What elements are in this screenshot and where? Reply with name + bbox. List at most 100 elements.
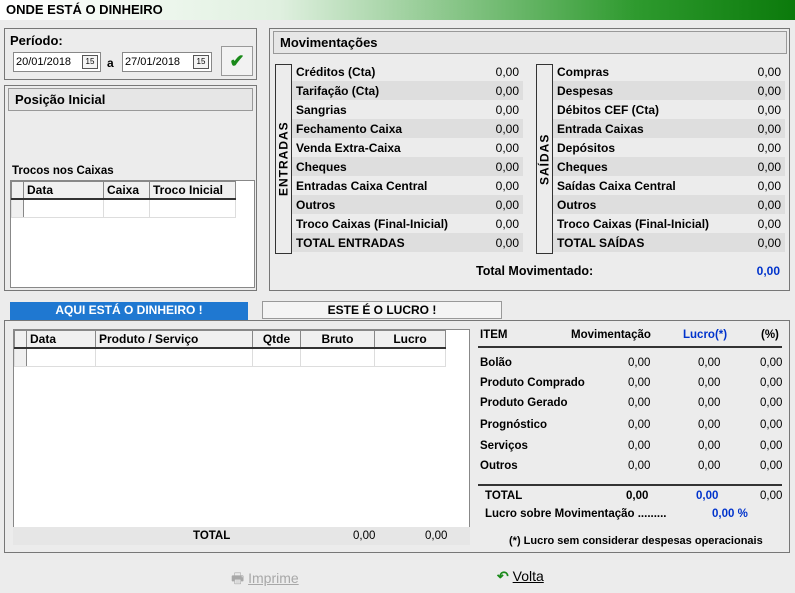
column-header[interactable]: Qtde — [252, 330, 301, 349]
periodo-label: Período: — [10, 33, 63, 48]
column-header[interactable]: Produto / Serviço — [95, 330, 253, 349]
saidas-row-label: Troco Caixas (Final-Inicial) — [557, 216, 710, 231]
entradas-row: Fechamento Caixa 0,00 — [292, 119, 523, 138]
calendar-icon[interactable]: 15 — [82, 55, 98, 69]
resumo-total-row: TOTAL 0,00 0,00 0,00 — [480, 490, 785, 508]
resumo-header-lucro: Lucro(*) — [683, 329, 728, 341]
entradas-row-label: Venda Extra-Caixa — [296, 140, 401, 155]
saidas-row: Troco Caixas (Final-Inicial) 0,00 — [553, 214, 785, 233]
resumo-lucro: 0,00 — [698, 440, 721, 452]
table-row[interactable] — [14, 347, 446, 367]
start-date-field[interactable]: 20/01/2018 15 — [13, 52, 101, 72]
entradas-row-label: Outros — [296, 197, 336, 212]
saidas-row-label: Outros — [557, 197, 597, 212]
date-separator: a — [107, 56, 114, 70]
saidas-row-value: 0,00 — [757, 140, 781, 155]
trocos-table-area: Data Caixa Troco Inicial — [10, 180, 255, 288]
entradas-row: Cheques 0,00 — [292, 157, 523, 176]
saidas-row-label: Compras — [557, 64, 610, 79]
produtos-total-bar: TOTAL 0,00 0,00 — [13, 527, 470, 545]
resumo-row: Prognóstico 0,00 0,00 0,00 — [480, 419, 785, 437]
table-cell[interactable] — [252, 347, 301, 367]
tab-aqui-esta-o-dinheiro[interactable]: AQUI ESTÁ O DINHEIRO ! — [10, 302, 248, 320]
resumo-lucro: 0,00 — [698, 357, 721, 369]
column-header[interactable]: Data — [26, 330, 96, 349]
produtos-total-label: TOTAL — [193, 530, 231, 542]
volta-button[interactable]: ↶ Volta — [497, 568, 544, 585]
saidas-row-value: 0,00 — [757, 64, 781, 79]
table-cell[interactable] — [23, 198, 104, 218]
end-date-field[interactable]: 27/01/2018 15 — [122, 52, 212, 72]
entradas-row-label: Fechamento Caixa — [296, 121, 403, 136]
resumo-mov: 0,00 — [628, 357, 651, 369]
entradas-row-label: Créditos (Cta) — [296, 64, 376, 79]
entradas-row-value: 0,00 — [495, 235, 519, 250]
saidas-row-value: 0,00 — [757, 235, 781, 250]
saidas-row: TOTAL SAÍDAS 0,00 — [553, 233, 785, 252]
resumo-header-mov: Movimentação — [571, 329, 651, 341]
entradas-row-label: Tarifação (Cta) — [296, 83, 380, 98]
resumo-pct: 0,00 — [760, 377, 783, 389]
entradas-label: ENTRADAS — [276, 121, 291, 197]
tab-este-e-o-lucro[interactable]: ESTE É O LUCRO ! — [262, 301, 502, 319]
total-movimentado-label: Total Movimentado: — [476, 264, 594, 278]
resumo-item: Outros — [480, 460, 518, 472]
saidas-row-label: Entrada Caixas — [557, 121, 644, 136]
volta-label: Volta — [512, 568, 544, 584]
resumo-pct: 0,00 — [760, 440, 783, 452]
saidas-row-label: Saídas Caixa Central — [557, 178, 676, 193]
column-header[interactable]: Troco Inicial — [149, 181, 236, 200]
saidas-row-value: 0,00 — [757, 216, 781, 231]
row-indicator-header — [11, 181, 24, 200]
imprime-button[interactable]: 🖶 Imprime — [231, 568, 299, 592]
posicao-inicial-title: Posição Inicial — [8, 88, 253, 111]
total-movimentado-value: 0,00 — [756, 264, 780, 278]
calendar-icon[interactable]: 15 — [193, 55, 209, 69]
produtos-table: Data Produto / Serviço Qtde Bruto Lucro — [14, 330, 446, 367]
entradas-row-value: 0,00 — [495, 121, 519, 136]
table-cell[interactable] — [149, 198, 236, 218]
resumo-mov: 0,00 — [628, 419, 651, 431]
saidas-list: Compras 0,00 Despesas 0,00 Débitos CEF (Cta)… — [553, 62, 785, 252]
entradas-row-value: 0,00 — [495, 64, 519, 79]
resumo-pct: 0,00 — [760, 357, 783, 369]
column-header[interactable]: Lucro — [374, 330, 446, 349]
lucro-sobre-value: 0,00 % — [712, 508, 748, 520]
table-row[interactable] — [11, 198, 236, 218]
table-cell[interactable] — [103, 198, 150, 218]
saidas-row: Débitos CEF (Cta) 0,00 — [553, 100, 785, 119]
saidas-row-label: Despesas — [557, 83, 614, 98]
trocos-table: Data Caixa Troco Inicial — [11, 181, 236, 218]
row-indicator[interactable] — [11, 198, 24, 218]
resumo-total-mov: 0,00 — [626, 490, 649, 502]
saidas-row-value: 0,00 — [757, 178, 781, 193]
entradas-row-label: Entradas Caixa Central — [296, 178, 428, 193]
entradas-row-value: 0,00 — [495, 140, 519, 155]
entradas-row: Créditos (Cta) 0,00 — [292, 62, 523, 81]
saidas-row-value: 0,00 — [757, 102, 781, 117]
resumo-header-pct: (%) — [761, 329, 779, 341]
produtos-total-lucro: 0,00 — [425, 530, 448, 542]
table-header-row: Data Produto / Serviço Qtde Bruto Lucro — [14, 330, 446, 349]
printer-icon: 🖶 — [231, 570, 245, 586]
saidas-row-value: 0,00 — [757, 121, 781, 136]
column-header[interactable]: Data — [23, 181, 104, 200]
table-cell[interactable] — [300, 347, 375, 367]
produtos-total-bruto: 0,00 — [353, 530, 376, 542]
table-cell[interactable] — [374, 347, 446, 367]
resumo-lucro: 0,00 — [698, 397, 721, 409]
saidas-row-label: Débitos CEF (Cta) — [557, 102, 659, 117]
resumo-row: Produto Gerado 0,00 0,00 0,00 — [480, 397, 785, 415]
table-cell[interactable] — [26, 347, 96, 367]
saidas-row-label: Cheques — [557, 159, 608, 174]
resumo-row: Produto Comprado 0,00 0,00 0,00 — [480, 377, 785, 395]
resumo-item: Prognóstico — [480, 419, 548, 431]
entradas-row-label: Cheques — [296, 159, 347, 174]
column-header[interactable]: Bruto — [300, 330, 375, 349]
column-header[interactable]: Caixa — [103, 181, 150, 200]
saidas-row: Cheques 0,00 — [553, 157, 785, 176]
row-indicator[interactable] — [14, 347, 27, 367]
table-cell[interactable] — [95, 347, 253, 367]
confirm-button[interactable]: ✔ — [221, 46, 253, 76]
resumo-pct: 0,00 — [760, 460, 783, 472]
